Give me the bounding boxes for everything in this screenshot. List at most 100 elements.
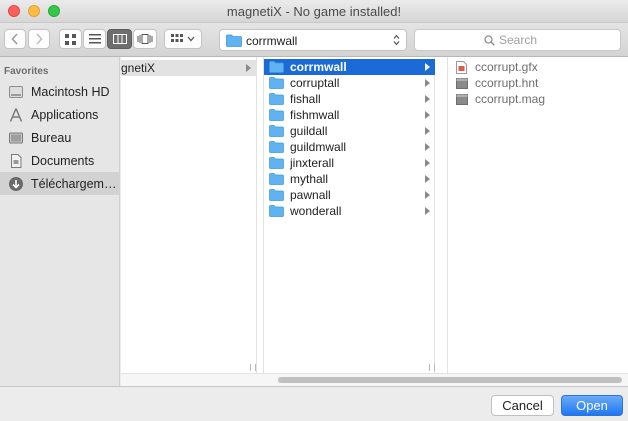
desktop-icon: [9, 132, 23, 143]
sidebar-item-bureau[interactable]: Bureau: [0, 126, 120, 149]
folder-label: guildall: [290, 124, 328, 138]
search-input[interactable]: [415, 30, 620, 50]
arrange-menu-button[interactable]: [164, 29, 202, 49]
sidebar-item-label: Bureau: [31, 130, 72, 145]
chevron-right-icon: [425, 143, 430, 151]
chevron-right-icon: [425, 159, 430, 167]
arrange-grid-icon: [171, 34, 183, 42]
list-item-guildall[interactable]: guildall: [264, 123, 435, 139]
up-down-chevron-icon: [393, 34, 400, 46]
sidebar-heading-favorites: Favorites: [4, 66, 49, 77]
open-button[interactable]: Open: [561, 395, 623, 416]
chevron-right-icon: [425, 191, 430, 199]
list-item-mythall[interactable]: mythall: [264, 171, 435, 187]
chevron-right-icon: [425, 207, 430, 215]
list-item-fishall[interactable]: fishall: [264, 91, 435, 107]
documents-icon: [11, 153, 22, 168]
list-item-magnetix[interactable]: gnetiX: [121, 60, 256, 76]
graphics-file-icon: [456, 60, 467, 74]
sidebar: Favorites Macintosh HD Applications Bure…: [0, 57, 120, 386]
icon-view-button[interactable]: [59, 29, 82, 49]
list-item-fishmwall[interactable]: fishmwall: [264, 107, 435, 123]
file-label: ccorrupt.hnt: [475, 76, 539, 90]
list-item-wonderall[interactable]: wonderall: [264, 203, 435, 219]
folder-icon: [269, 189, 284, 201]
columns-icon: [112, 34, 127, 44]
forward-button[interactable]: [28, 29, 50, 49]
path-popup-label: corrmwall: [246, 34, 298, 48]
list-item-ccorrupt-hnt[interactable]: ccorrupt.hnt: [448, 75, 628, 91]
chevron-right-icon: [425, 79, 430, 87]
list-item-ccorrupt-mag[interactable]: ccorrupt.mag: [448, 91, 628, 107]
list-item-jinxterall[interactable]: jinxterall: [264, 155, 435, 171]
browser-column-1: gnetiX: [121, 57, 257, 373]
chevron-right-icon: [425, 63, 430, 71]
sidebar-item-macintosh-hd[interactable]: Macintosh HD: [0, 80, 120, 103]
toolbar: corrmwall: [0, 23, 628, 57]
folder-icon: [269, 93, 284, 105]
folder-icon: [269, 157, 284, 169]
scrollbar-thumb[interactable]: [278, 377, 622, 383]
folder-icon: [269, 173, 284, 185]
chevron-right-icon: [36, 33, 43, 45]
downloads-icon: [9, 176, 23, 191]
sidebar-item-downloads[interactable]: Téléchargem…: [0, 172, 120, 195]
file-label: ccorrupt.mag: [475, 92, 546, 106]
folder-icon: [269, 141, 284, 153]
column-resize-handle[interactable]: [250, 364, 256, 371]
folder-label: fishall: [290, 92, 321, 106]
search-field[interactable]: [414, 29, 621, 51]
hard-drive-icon: [9, 85, 23, 98]
open-file-dialog: magnetiX - No game installed! corrmwall …: [0, 0, 628, 421]
folder-label: wonderall: [290, 204, 342, 218]
list-icon: [88, 34, 101, 44]
list-item-guildmwall[interactable]: guildmwall: [264, 139, 435, 155]
chevron-right-icon: [425, 111, 430, 119]
cover-flow-icon: [137, 34, 153, 44]
folder-icon: [269, 205, 284, 217]
dialog-button-bar: Cancel Open: [0, 386, 628, 421]
cover-flow-view-button[interactable]: [133, 29, 157, 49]
list-item-corruptall[interactable]: corruptall: [264, 75, 435, 91]
column-view-button[interactable]: [107, 29, 132, 49]
sidebar-item-label: Macintosh HD: [31, 84, 110, 99]
folder-icon: [226, 34, 242, 47]
sidebar-item-label: Téléchargem…: [31, 176, 117, 191]
file-icon: [456, 93, 468, 105]
browser-column-3: ccorrupt.gfx ccorrupt.hnt ccorrupt.mag: [447, 57, 628, 373]
cancel-button[interactable]: Cancel: [491, 395, 554, 416]
sidebar-item-documents[interactable]: Documents: [0, 149, 120, 172]
column-browser: gnetiX corrmwall corruptall fishall fish…: [121, 57, 628, 386]
title-bar: magnetiX - No game installed!: [0, 0, 628, 23]
window-title: magnetiX - No game installed!: [226, 4, 402, 19]
chevron-down-icon: [187, 36, 195, 42]
path-popup[interactable]: corrmwall: [219, 29, 407, 51]
list-item-ccorrupt-gfx[interactable]: ccorrupt.gfx: [448, 59, 628, 75]
sidebar-item-applications[interactable]: Applications: [0, 103, 120, 126]
file-icon: [456, 77, 468, 89]
browser-column-2: corrmwall corruptall fishall fishmwall g: [263, 57, 435, 373]
file-label: ccorrupt.gfx: [475, 60, 538, 74]
list-view-button[interactable]: [83, 29, 106, 49]
chevron-right-icon: [425, 95, 430, 103]
folder-label: guildmwall: [290, 140, 347, 154]
folder-label: jinxterall: [290, 156, 335, 170]
folder-label: fishmwall: [290, 108, 340, 122]
folder-label: corruptall: [290, 76, 340, 90]
applications-icon: [9, 107, 23, 122]
folder-label: mythall: [290, 172, 329, 186]
horizontal-scrollbar[interactable]: [121, 373, 628, 386]
folder-icon: [269, 125, 284, 137]
folder-icon: [269, 77, 284, 89]
column-resize-handle[interactable]: [429, 364, 435, 371]
list-item-corrmwall[interactable]: corrmwall: [264, 59, 435, 75]
item-label: gnetiX: [121, 61, 156, 75]
list-item-pawnall[interactable]: pawnall: [264, 187, 435, 203]
back-button[interactable]: [4, 29, 26, 49]
sidebar-item-label: Applications: [31, 107, 99, 122]
folder-icon: [269, 109, 284, 121]
folder-label: corrmwall: [290, 60, 347, 74]
folder-icon: [269, 61, 284, 73]
sidebar-item-label: Documents: [31, 153, 95, 168]
icon-grid-icon: [65, 33, 76, 45]
